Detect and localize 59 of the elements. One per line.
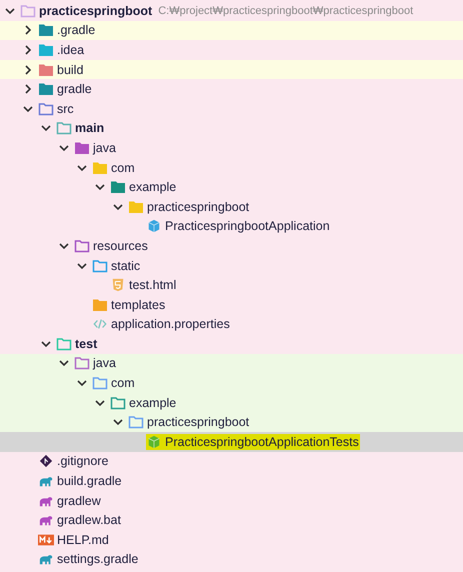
tree-row[interactable]: test.html	[0, 275, 463, 295]
item-name: practicespringboot	[147, 200, 250, 214]
tree-row[interactable]: templates	[0, 294, 463, 314]
tree-row[interactable]: example	[0, 392, 463, 412]
tree-row[interactable]: java	[0, 354, 463, 374]
item-name: resources	[93, 238, 148, 253]
item-name: templates	[111, 298, 166, 312]
item-name: PracticespringbootApplication	[165, 219, 330, 234]
tree-row[interactable]: src	[0, 98, 463, 119]
item-name: gradlew	[57, 494, 101, 508]
item-name: practicespringboot	[147, 415, 250, 430]
item-name: com	[111, 160, 135, 175]
tree-row[interactable]: com	[0, 373, 463, 393]
tree-row[interactable]: PracticespringbootApplication	[0, 216, 463, 236]
item-name: practicespringboot	[39, 4, 152, 18]
item-name: test	[75, 336, 98, 351]
tree-row[interactable]: main	[0, 118, 463, 138]
item-name: java	[93, 356, 116, 370]
project-path: C:₩project₩practicespringboot₩practicespringboot	[158, 4, 414, 17]
item-name: main	[75, 121, 104, 136]
item-name: java	[93, 140, 116, 155]
item-name: build.gradle	[57, 474, 122, 488]
tree-row[interactable]: com	[0, 158, 463, 178]
tree-row[interactable]: resources	[0, 236, 463, 256]
tree-row[interactable]: build	[0, 60, 463, 80]
item-name: src	[57, 102, 74, 116]
tree-row[interactable]: .gradle	[0, 20, 463, 40]
tree-row[interactable]: PracticespringbootApplicationTests	[0, 432, 463, 452]
item-name: example	[129, 180, 176, 194]
item-name: static	[111, 258, 140, 273]
tree-row[interactable]: practicespringboot	[0, 196, 463, 217]
tree-row[interactable]: settings.gradle	[0, 550, 463, 570]
item-name: application.properties	[111, 317, 230, 332]
tree-row[interactable]: .gitignore	[0, 452, 463, 472]
tree-row[interactable]: practicespringboot	[0, 412, 463, 432]
tree-row[interactable]: static	[0, 256, 463, 276]
tree-row[interactable]: practicespringboot C:₩project₩practicespringboot₩practicespringboot	[0, 1, 463, 21]
tree-row[interactable]: example	[0, 177, 463, 197]
item-name: example	[129, 396, 176, 410]
item-name: com	[111, 376, 135, 390]
item-name: .idea	[57, 42, 84, 57]
item-name: settings.gradle	[57, 552, 138, 566]
item-name: HELP.md	[57, 532, 109, 547]
tree-row[interactable]: java	[0, 138, 463, 158]
item-name: build	[57, 62, 84, 77]
item-name: .gitignore	[57, 454, 108, 468]
item-name: test.html	[129, 278, 176, 292]
tree-row[interactable]: .idea	[0, 40, 463, 60]
tree-row[interactable]: build.gradle	[0, 471, 463, 491]
item-name: gradle	[57, 82, 92, 96]
item-name: .gradle	[57, 23, 96, 38]
item-name: gradlew.bat	[57, 513, 121, 528]
tree-row[interactable]: gradlew.bat	[0, 510, 463, 530]
tree-row[interactable]: test	[0, 334, 463, 354]
tree-row[interactable]: gradlew	[0, 490, 463, 510]
tree-row[interactable]: application.properties	[0, 314, 463, 334]
tree-row[interactable]: gradle	[0, 79, 463, 99]
tree-row[interactable]: HELP.md	[0, 530, 463, 550]
item-name: PracticespringbootApplicationTests	[165, 434, 359, 449]
